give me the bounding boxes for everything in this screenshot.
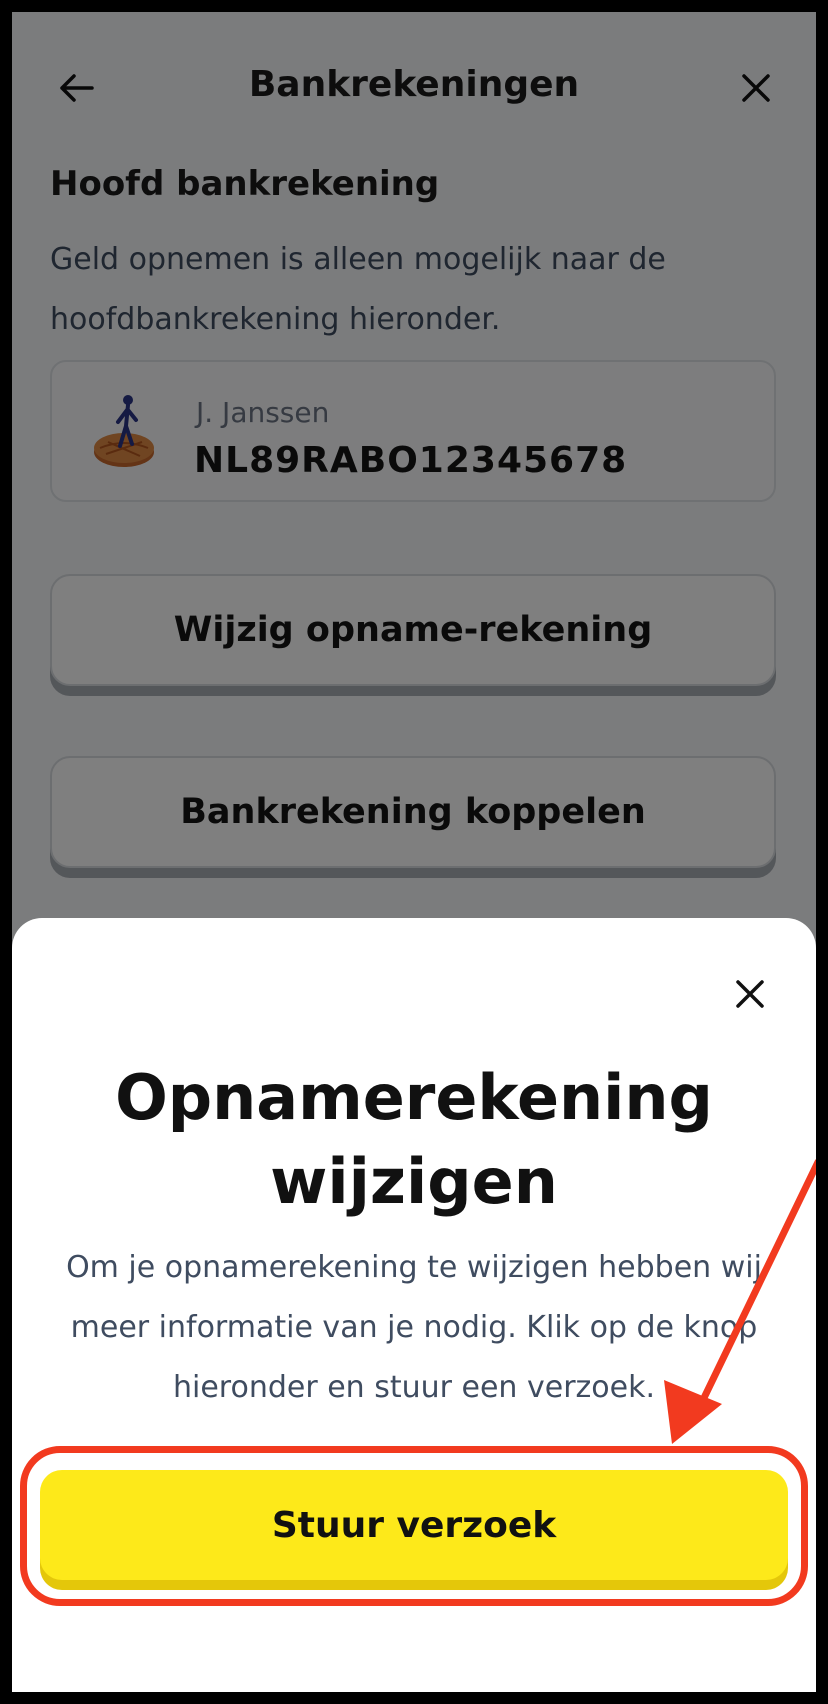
sheet-close-button[interactable] — [728, 972, 772, 1016]
sheet-body-text: Om je opnamerekening te wijzigen hebben … — [66, 1250, 762, 1405]
bottom-sheet: Opnamerekening wijzigen Om je opnamereke… — [12, 918, 816, 1692]
close-icon — [736, 980, 764, 1008]
send-request-button[interactable]: Stuur verzoek — [40, 1470, 788, 1580]
app-frame: Bankrekeningen Hoofd bankrekening Geld o… — [12, 12, 816, 1692]
sheet-title: Opnamerekening wijzigen — [115, 1061, 713, 1218]
